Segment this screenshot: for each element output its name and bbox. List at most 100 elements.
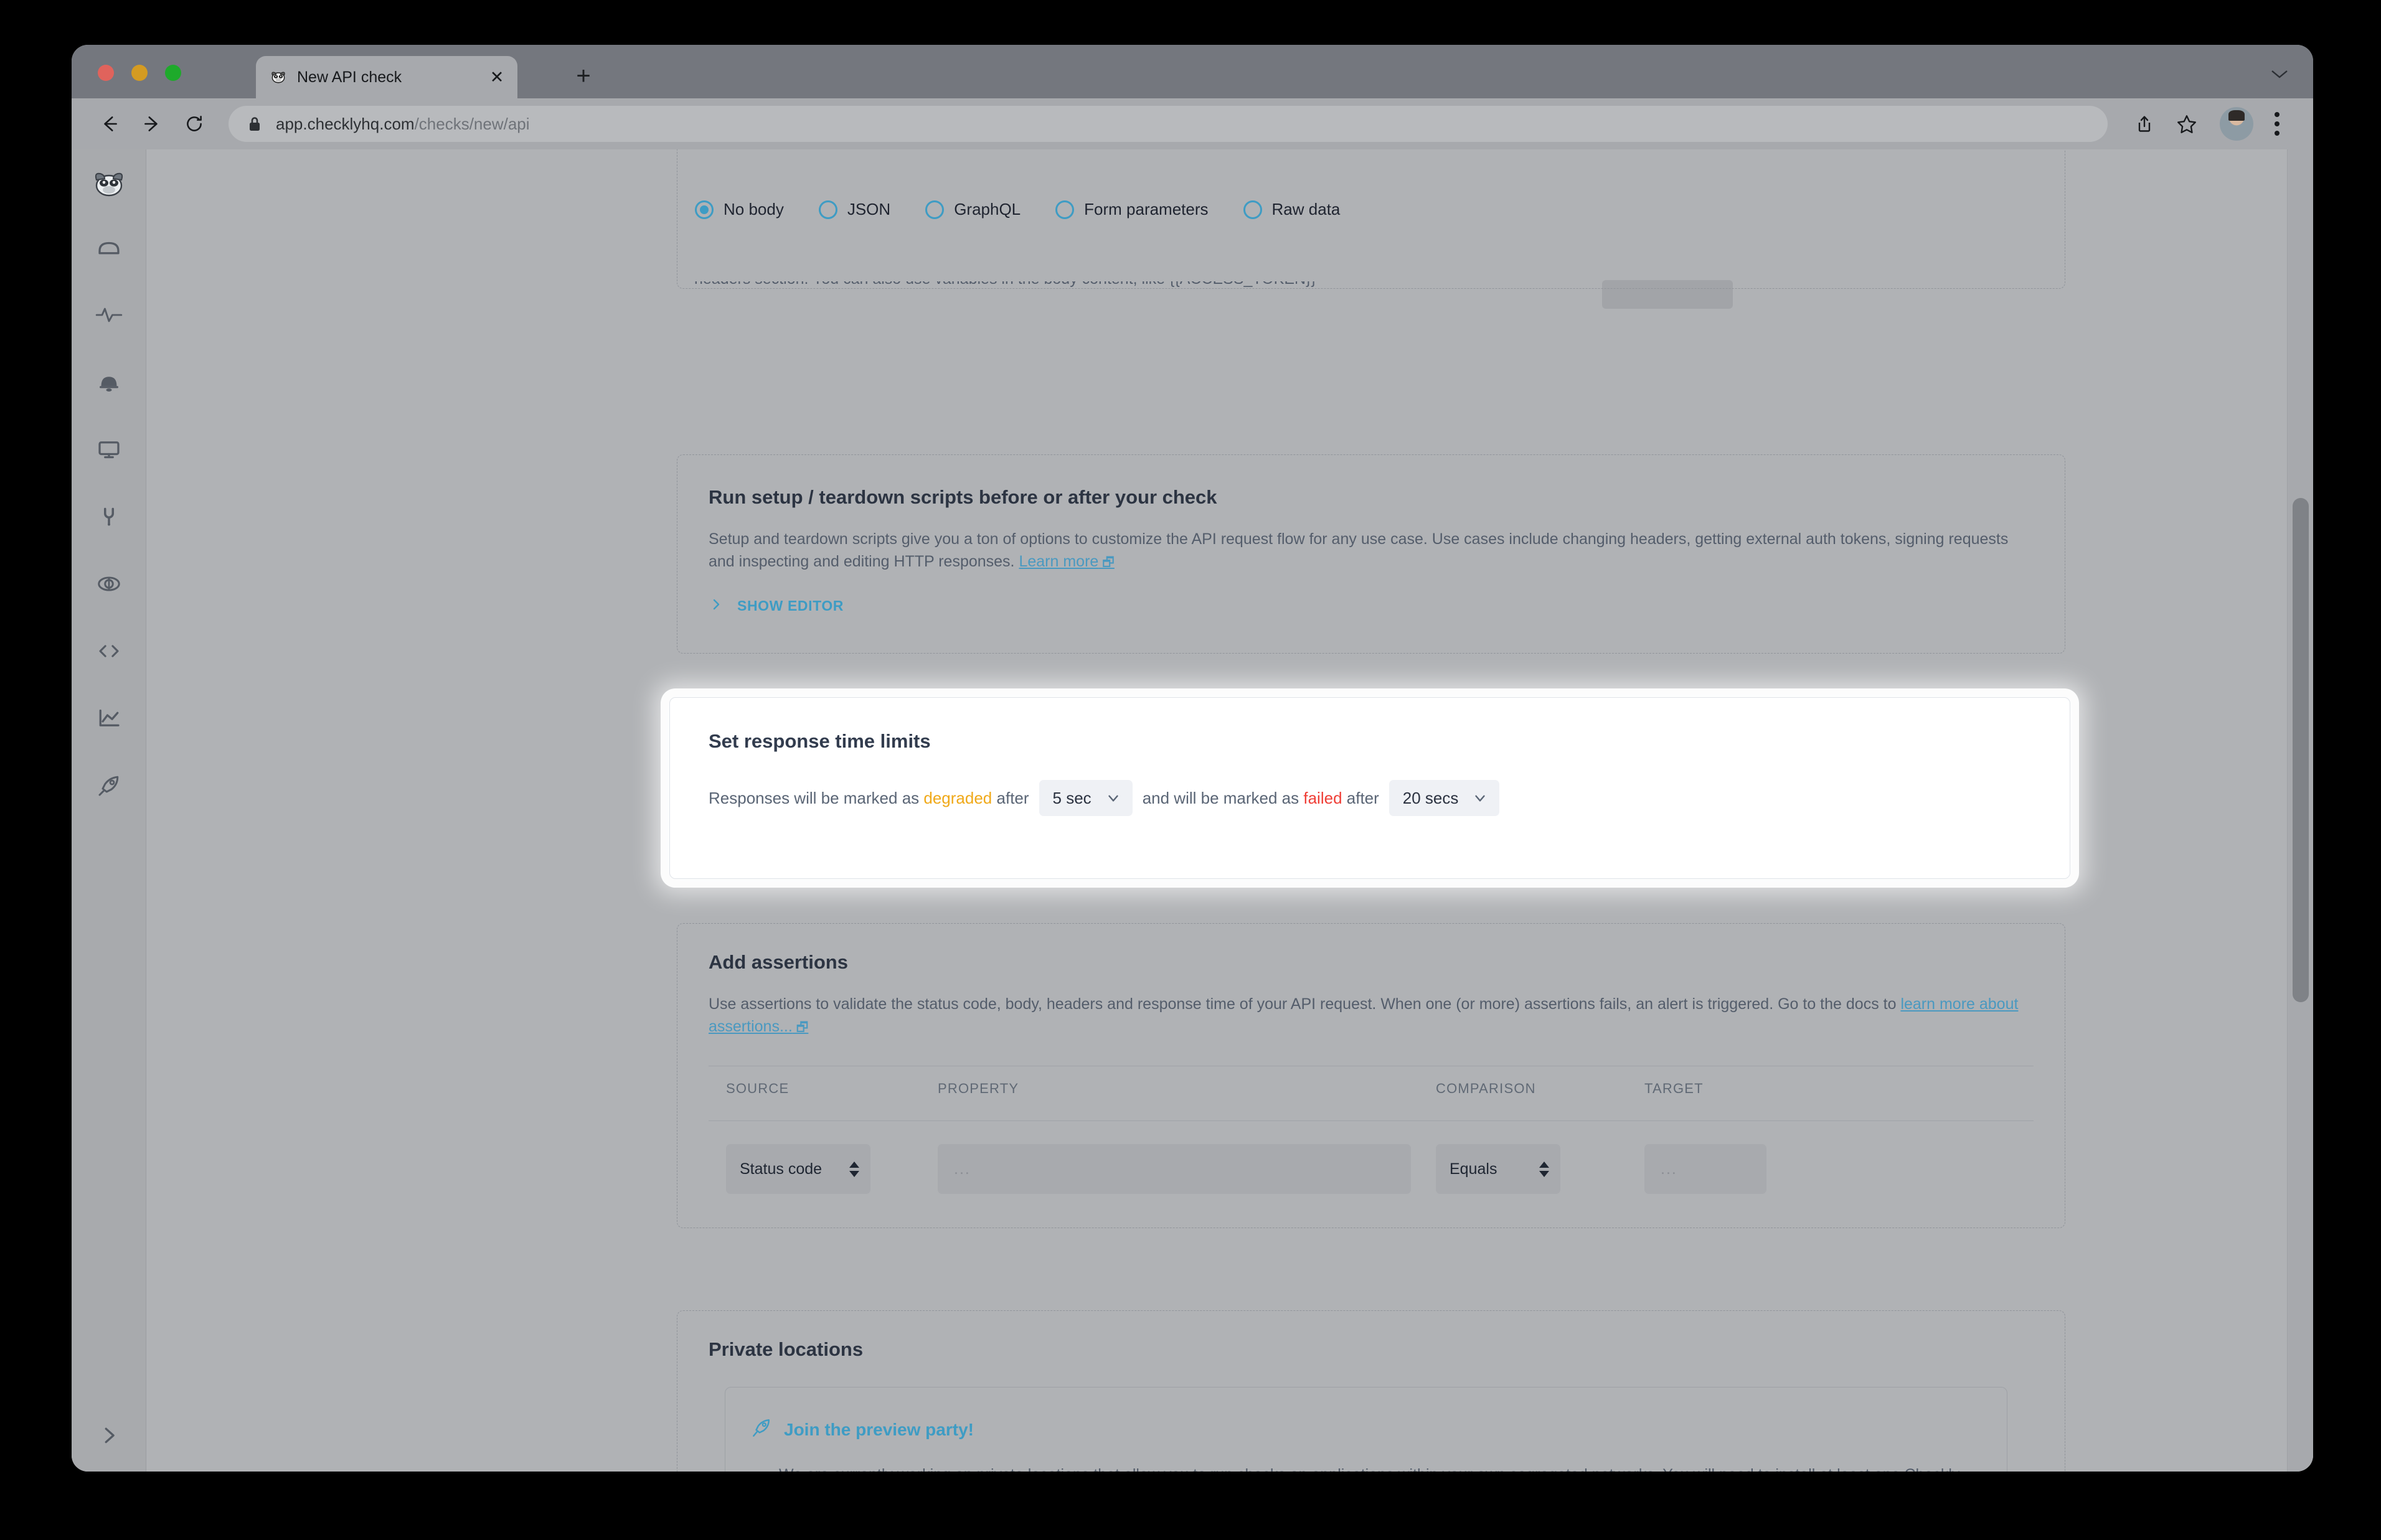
radio-icon: [925, 200, 945, 219]
degraded-threshold-select[interactable]: 5 sec: [1039, 780, 1133, 816]
app-sidebar: [72, 149, 146, 1472]
radio-form-parameters[interactable]: Form parameters: [1055, 200, 1209, 219]
failed-label: failed: [1303, 788, 1342, 807]
back-arrow-icon[interactable]: [90, 105, 129, 143]
divider: [709, 1120, 2034, 1121]
body-type-radio-group: No body JSON GraphQL Form parameters Raw…: [695, 200, 1375, 219]
preview-party-header: Join the preview party!: [750, 1417, 974, 1442]
radio-raw-data[interactable]: Raw data: [1243, 200, 1341, 219]
radio-no-body[interactable]: No body: [695, 200, 784, 219]
card-description-text: Setup and teardown scripts give you a to…: [709, 530, 2009, 570]
rocket-icon: [750, 1417, 771, 1442]
assertion-source-select[interactable]: Status code: [726, 1144, 870, 1194]
browser-window: New API check ✕ + app.checklyhq.com/chec…: [72, 45, 2313, 1472]
failed-threshold-value: 20 secs: [1402, 788, 1459, 807]
sentence-part-3: and will be marked as: [1142, 788, 1304, 807]
sidebar-item-code[interactable]: [92, 634, 126, 669]
radio-icon: [1243, 200, 1262, 219]
chevron-right-icon: [709, 597, 724, 615]
card-description: Setup and teardown scripts give you a to…: [709, 528, 2016, 573]
private-locations-card: Private locations Join the preview party…: [677, 1310, 2065, 1472]
radio-label: No body: [724, 200, 784, 218]
page-scrollbar-thumb[interactable]: [2293, 498, 2309, 1002]
browser-toolbar: app.checklyhq.com/checks/new/api: [72, 98, 2313, 149]
share-icon[interactable]: [2125, 105, 2164, 143]
preview-party-heading: Join the preview party!: [784, 1419, 974, 1439]
assertion-row: Status code ... Equals ...: [677, 1140, 2065, 1203]
card-title: Private locations: [709, 1338, 864, 1360]
assertion-property-input[interactable]: ...: [938, 1144, 1411, 1194]
chevron-down-icon: [1105, 790, 1121, 806]
page-viewport: headers section. You can also use variab…: [72, 149, 2313, 1472]
forward-arrow-icon[interactable]: [133, 105, 171, 143]
new-tab-button[interactable]: +: [570, 62, 597, 90]
radio-graphql[interactable]: GraphQL: [925, 200, 1021, 219]
preview-party-body: We are currently working on private loca…: [779, 1463, 1987, 1472]
assertion-target-placeholder: ...: [1661, 1160, 1677, 1178]
url-text: app.checklyhq.com/checks/new/api: [276, 114, 530, 133]
sentence-part-1: Responses will be marked as: [709, 788, 924, 807]
radio-label: Raw data: [1271, 200, 1341, 218]
star-icon[interactable]: [2167, 105, 2206, 143]
setup-teardown-card: Run setup / teardown scripts before or a…: [677, 454, 2065, 654]
sidebar-item-alerts[interactable]: [92, 365, 126, 400]
tab-title: New API check: [297, 68, 402, 86]
failed-threshold-select[interactable]: 20 secs: [1389, 780, 1500, 816]
sidebar-item-status[interactable]: [92, 298, 126, 332]
show-editor-label: SHOW EDITOR: [737, 598, 844, 614]
response-time-sentence: Responses will be marked as degraded aft…: [709, 780, 1509, 816]
radio-icon: [818, 200, 837, 219]
sidebar-item-dashboards[interactable]: [92, 432, 126, 467]
card-title: Add assertions: [709, 951, 848, 973]
radio-label: GraphQL: [954, 200, 1021, 218]
page-scrollbar[interactable]: [2287, 149, 2313, 1472]
assertion-target-input[interactable]: ...: [1644, 1144, 1766, 1194]
card-description-text: Use assertions to validate the status co…: [709, 995, 1901, 1013]
checkly-raccoon-favicon-icon: [270, 68, 287, 86]
assertion-source-value: Status code: [740, 1160, 823, 1178]
window-traffic-lights: [98, 65, 181, 81]
chevron-down-icon: [1472, 790, 1488, 806]
sidebar-item-maintenance[interactable]: [92, 499, 126, 534]
sidebar-item-home[interactable]: [92, 230, 126, 265]
sidebar-nav: [92, 230, 126, 803]
radio-icon: [1055, 200, 1075, 219]
radio-label: JSON: [847, 200, 891, 218]
browser-tab[interactable]: New API check ✕: [256, 56, 517, 98]
column-header-property: PROPERTY: [938, 1081, 1019, 1096]
sidebar-expand-button[interactable]: [72, 1399, 146, 1472]
avatar[interactable]: [2220, 107, 2253, 141]
kebab-menu-icon[interactable]: [2263, 105, 2291, 143]
chevron-down-icon[interactable]: [2268, 66, 2291, 81]
degraded-threshold-value: 5 sec: [1052, 788, 1091, 807]
preview-party-panel: Join the preview party! We are currently…: [725, 1387, 2007, 1472]
learn-more-link[interactable]: Learn more: [1019, 553, 1114, 570]
radio-icon: [695, 200, 714, 219]
sentence-part-4: after: [1342, 788, 1379, 807]
reload-icon[interactable]: [175, 105, 214, 143]
card-title: Set response time limits: [709, 730, 931, 752]
checkly-raccoon-logo-icon[interactable]: [91, 166, 127, 202]
sidebar-item-locations[interactable]: [92, 566, 126, 601]
assertions-card: Add assertions Use assertions to validat…: [677, 923, 2065, 1228]
sidebar-item-analytics[interactable]: [92, 701, 126, 736]
degraded-label: degraded: [923, 788, 992, 807]
maximize-window-button[interactable]: [165, 65, 181, 81]
radio-json[interactable]: JSON: [818, 200, 891, 219]
address-bar[interactable]: app.checklyhq.com/checks/new/api: [229, 106, 2108, 142]
sidebar-item-deployments[interactable]: [92, 768, 126, 803]
content-area: headers section. You can also use variab…: [146, 149, 2313, 1472]
card-description: Use assertions to validate the status co…: [709, 993, 2029, 1038]
assertions-table-header: SOURCE PROPERTY COMPARISON TARGET: [677, 1081, 2065, 1118]
show-editor-toggle[interactable]: SHOW EDITOR: [709, 597, 844, 615]
request-body-card: No body JSON GraphQL Form parameters Raw…: [677, 149, 2065, 289]
assertion-comparison-value: Equals: [1450, 1160, 1497, 1178]
minimize-window-button[interactable]: [131, 65, 148, 81]
radio-label: Form parameters: [1084, 200, 1209, 218]
card-title: Run setup / teardown scripts before or a…: [709, 486, 1217, 508]
column-header-target: TARGET: [1644, 1081, 1704, 1096]
close-window-button[interactable]: [98, 65, 114, 81]
assertion-comparison-select[interactable]: Equals: [1436, 1144, 1560, 1194]
close-icon[interactable]: ✕: [486, 67, 507, 88]
response-time-limits-card: Set response time limits Responses will …: [669, 697, 2070, 879]
